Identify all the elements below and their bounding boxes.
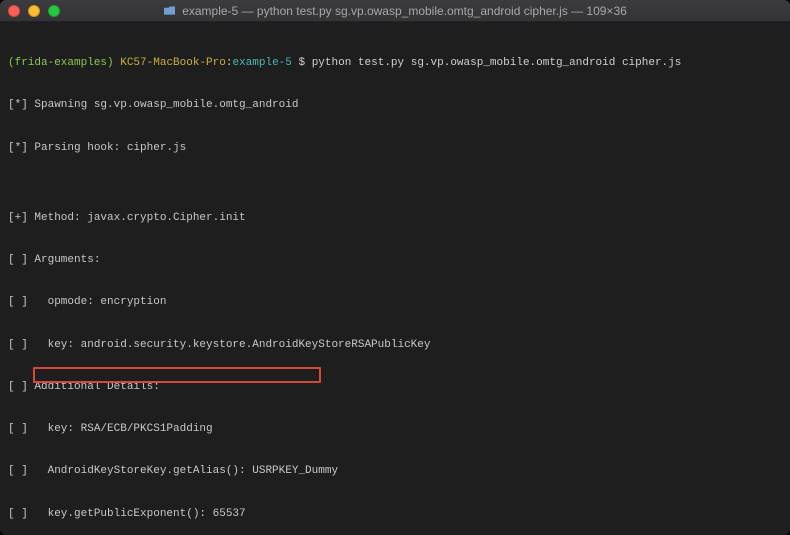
venv-context: (frida-examples) bbox=[8, 57, 114, 69]
maximize-icon[interactable] bbox=[48, 5, 60, 17]
output-line: [ ] Additional Details: bbox=[8, 380, 782, 394]
output-line: [ ] opmode: encryption bbox=[8, 295, 782, 309]
output-line: [ ] key.getPublicExponent(): 65537 bbox=[8, 507, 782, 521]
output-line: [ ] key: android.security.keystore.Andro… bbox=[8, 338, 782, 352]
output-line: [*] Parsing hook: cipher.js bbox=[8, 141, 782, 155]
output-line: [ ] AndroidKeyStoreKey.getAlias(): USRPK… bbox=[8, 464, 782, 478]
output-line: [ ] key: RSA/ECB/PKCS1Padding bbox=[8, 422, 782, 436]
traffic-lights bbox=[8, 5, 60, 17]
command-text: python test.py sg.vp.owasp_mobile.omtg_a… bbox=[312, 57, 682, 69]
terminal-body[interactable]: (frida-examples) KC57-MacBook-Pro:exampl… bbox=[0, 22, 790, 535]
titlebar: example-5 — python test.py sg.vp.owasp_m… bbox=[0, 0, 790, 22]
close-icon[interactable] bbox=[8, 5, 20, 17]
folder-icon bbox=[163, 5, 176, 16]
output-line: [+] Method: javax.crypto.Cipher.init bbox=[8, 211, 782, 225]
current-dir: example-5 bbox=[232, 57, 291, 69]
window-title: example-5 — python test.py sg.vp.owasp_m… bbox=[0, 4, 790, 18]
minimize-icon[interactable] bbox=[28, 5, 40, 17]
terminal-window: example-5 — python test.py sg.vp.owasp_m… bbox=[0, 0, 790, 535]
window-title-text: example-5 — python test.py sg.vp.owasp_m… bbox=[182, 4, 627, 18]
output-line: [ ] Arguments: bbox=[8, 253, 782, 267]
host-name: KC57-MacBook-Pro bbox=[120, 57, 226, 69]
prompt-line: (frida-examples) KC57-MacBook-Pro:exampl… bbox=[8, 56, 782, 70]
output-line: [*] Spawning sg.vp.owasp_mobile.omtg_and… bbox=[8, 98, 782, 112]
